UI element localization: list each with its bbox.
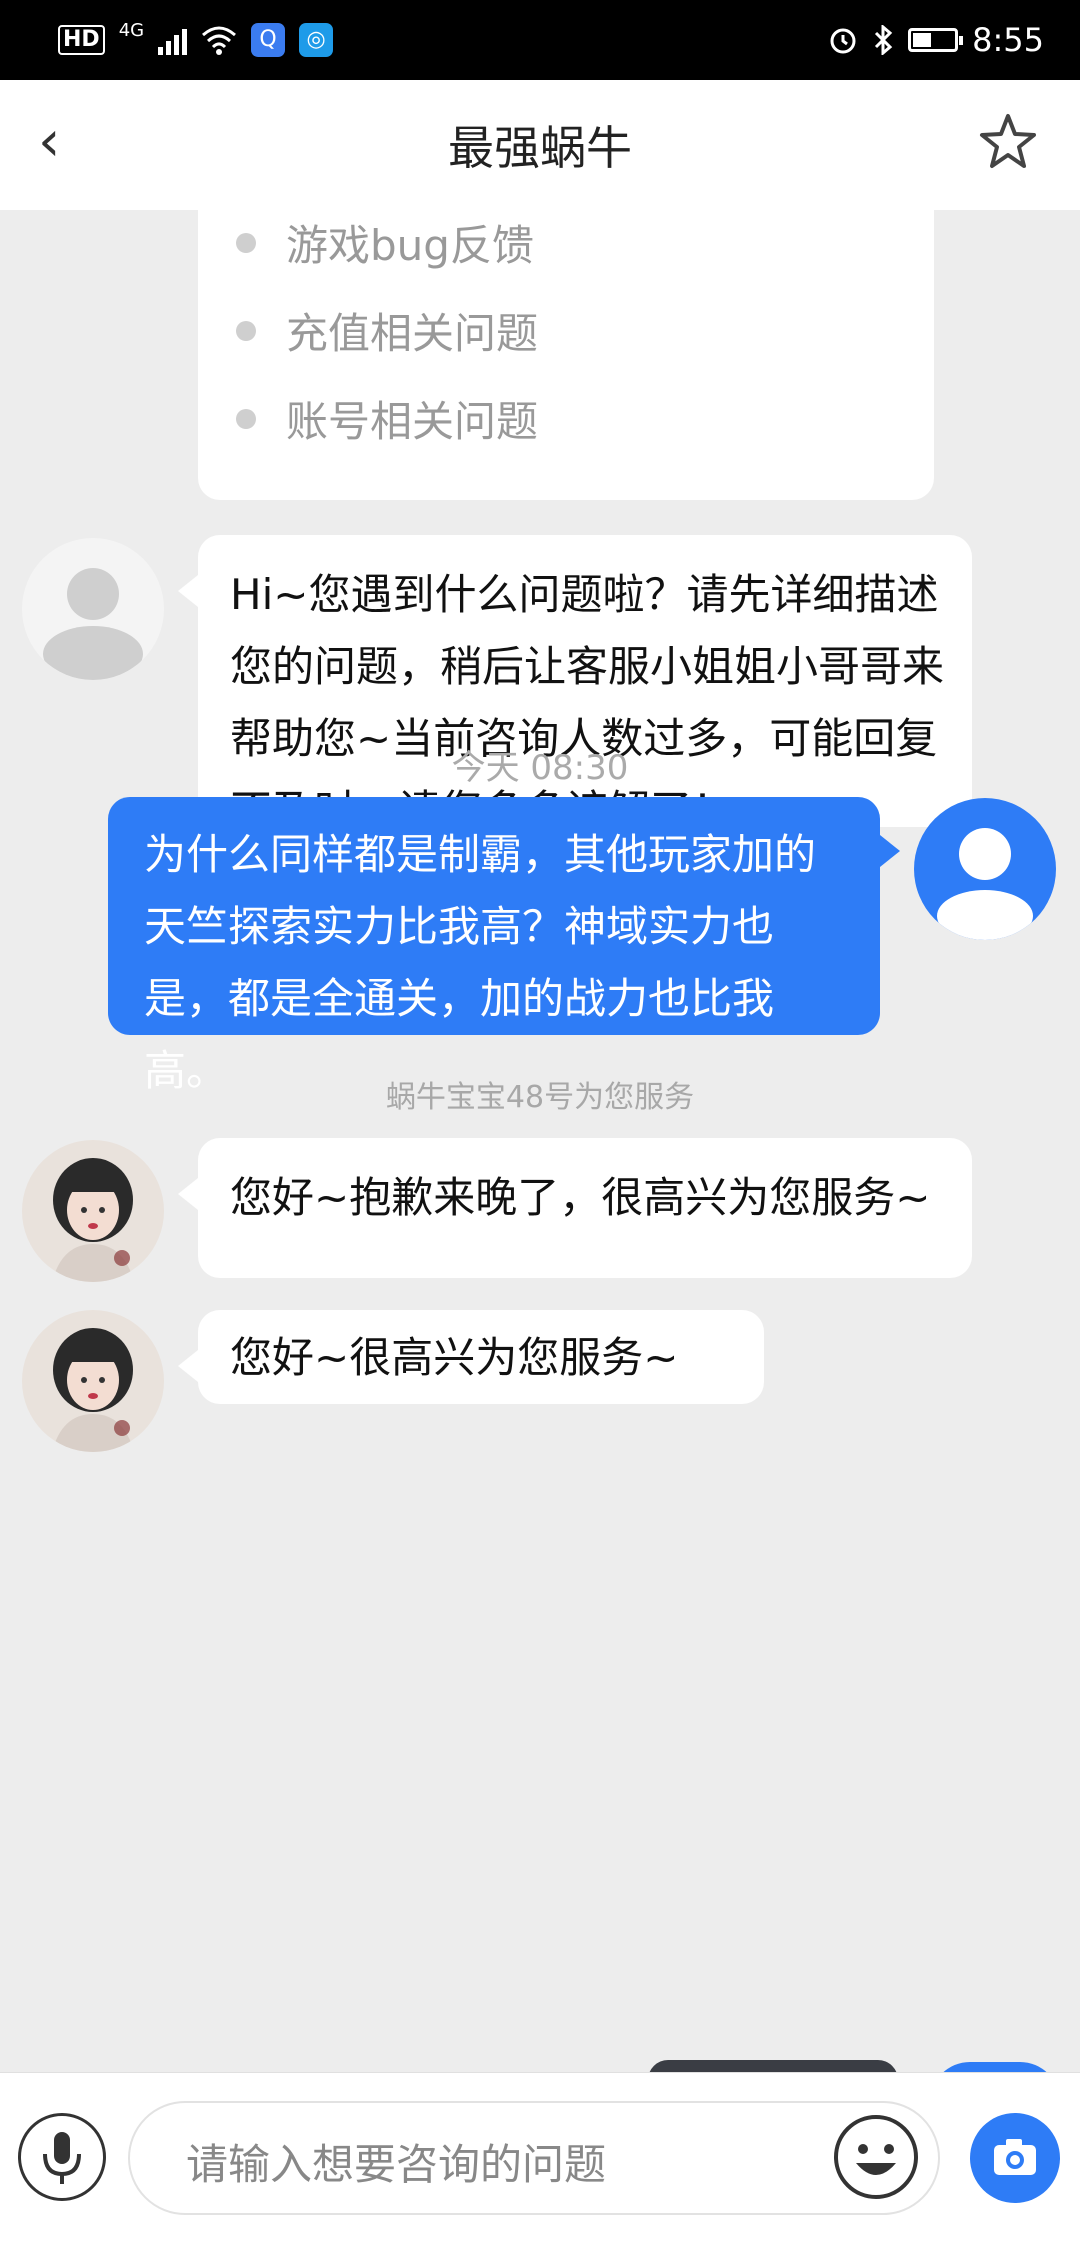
page-title: 最强蜗牛 — [448, 121, 632, 175]
menu-item-label: 充值相关问题 — [286, 309, 539, 358]
user-avatar-icon — [937, 828, 1033, 940]
battery-icon — [908, 28, 964, 52]
mic-icon[interactable] — [18, 2113, 106, 2201]
clock: 8:55 — [972, 21, 1044, 59]
user-avatar — [914, 798, 1056, 940]
user-question-text: 为什么同样都是制霸，其他玩家加的天竺探索实力比我高？神域实力也是，都是全通关，加… — [144, 830, 817, 1095]
service-agent-notice: 蜗牛宝宝48号为您服务 — [385, 1080, 695, 1115]
agent-reply-bubble-2: 您好~很高兴为您服务~ — [178, 1310, 764, 1404]
signal-icon — [158, 25, 188, 55]
agent-reply-bubble-1: 您好~抱歉来晚了，很高兴为您服务~ — [178, 1138, 972, 1278]
question-input[interactable]: 请输入想要咨询的问题 — [128, 2101, 940, 2215]
bluetooth-icon — [875, 25, 893, 55]
wifi-icon — [202, 26, 237, 55]
camera-icon[interactable] — [970, 2113, 1060, 2203]
emoji-icon[interactable] — [832, 2113, 920, 2201]
top-bar: ‹ 最强蜗牛 — [0, 80, 1080, 210]
star-icon[interactable] — [976, 110, 1040, 174]
bullet-icon — [236, 320, 256, 341]
app-notification-icon: Q — [251, 23, 286, 57]
bullet-icon — [236, 232, 256, 253]
menu-item-account[interactable]: 账号相关问题 — [236, 388, 538, 449]
user-question-bubble: 为什么同样都是制霸，其他玩家加的天竺探索实力比我高？神域实力也是，都是全通关，加… — [108, 797, 900, 1095]
alarm-icon — [830, 28, 856, 54]
network-type: 4G — [118, 19, 145, 41]
status-left: HD 4G Q ◎ — [58, 19, 334, 57]
agent-avatar — [22, 1140, 164, 1282]
next-message-preview — [648, 2060, 898, 2072]
back-icon[interactable]: ‹ — [38, 112, 60, 172]
agent-reply-text-1: 您好~抱歉来晚了，很高兴为您服务~ — [230, 1173, 931, 1222]
agent-avatar — [22, 1310, 164, 1452]
chat-area[interactable]: 游戏bug反馈 充值相关问题 账号相关问题 Hi~您遇到什么问题啦？请先详细描述… — [0, 210, 1080, 2072]
menu-item-label: 账号相关问题 — [286, 397, 539, 446]
hd-indicator: HD — [58, 25, 105, 55]
agent-reply-text-2: 您好~很高兴为您服务~ — [230, 1333, 679, 1382]
default-avatar-icon — [43, 568, 143, 680]
bot-intro-text: Hi~您遇到什么问题啦？请先详细描述您的问题，稍后让客服小姐姐小哥哥来帮助您~当… — [230, 570, 945, 835]
quick-menu-card: 游戏bug反馈 充值相关问题 账号相关问题 — [198, 210, 934, 500]
input-bar: 请输入想要咨询的问题 — [0, 2072, 1080, 2245]
agent-avatar-illustration — [52, 1328, 134, 1452]
status-bar: HD 4G Q ◎ 8:55 — [0, 0, 1080, 80]
menu-item-bug-feedback[interactable]: 游戏bug反馈 — [236, 212, 534, 273]
message-timestamp: 今天 08:30 — [451, 748, 629, 788]
bot-avatar — [22, 538, 164, 680]
menu-item-recharge[interactable]: 充值相关问题 — [236, 300, 538, 361]
input-placeholder: 请输入想要咨询的问题 — [186, 2140, 607, 2189]
bullet-icon — [236, 408, 256, 429]
next-avatar-preview — [930, 2062, 1060, 2072]
status-right: 8:55 — [828, 21, 1044, 59]
app-notification-icon-2: ◎ — [299, 23, 334, 57]
agent-avatar-illustration — [52, 1158, 134, 1282]
menu-item-label: 游戏bug反馈 — [286, 221, 534, 270]
